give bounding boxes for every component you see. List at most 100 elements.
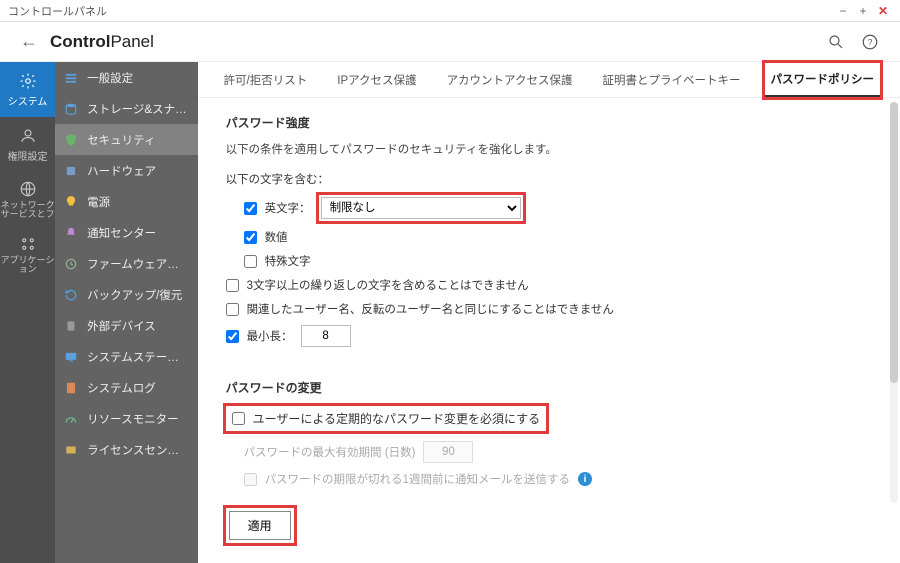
tab-ip-protection[interactable]: IPアクセス保護 <box>331 64 422 96</box>
maxage-input <box>423 441 473 463</box>
rail-item-applications[interactable]: アプリケーション <box>0 227 55 282</box>
sidebar-item-status[interactable]: システムステータス <box>55 341 197 372</box>
sidebar-label: 通知センター <box>87 225 156 241</box>
bell-icon <box>63 225 79 241</box>
tab-bar: 許可/拒否リスト IPアクセス保護 アカウントアクセス保護 証明書とプライベート… <box>198 62 900 98</box>
shield-icon <box>63 132 79 148</box>
maximize-icon[interactable]: + <box>854 2 872 20</box>
sidebar-label: リソースモニター <box>87 411 178 427</box>
sidebar: 一般設定 ストレージ&スナップシ... セキュリティ ハードウェア 電源 通知セ… <box>55 62 197 563</box>
maxage-label: パスワードの最大有効期間 (日数) <box>244 444 416 460</box>
help-icon[interactable]: ? <box>860 32 880 52</box>
back-button[interactable]: ← <box>20 31 38 52</box>
sidebar-label: ファームウェア更新 <box>87 256 189 272</box>
search-icon[interactable] <box>826 32 846 52</box>
apply-button[interactable]: 適用 <box>229 511 291 540</box>
update-icon <box>63 256 79 272</box>
rail-item-network[interactable]: ネットワークサービスとフ <box>0 172 55 227</box>
sidebar-item-resource[interactable]: リソースモニター <box>55 403 197 434</box>
sidebar-item-license[interactable]: ライセンスセンター <box>55 434 197 465</box>
nav-rail: システム 権限設定 ネットワークサービスとフ アプリケーション <box>0 62 55 563</box>
hardware-icon <box>63 163 79 179</box>
tab-account-protection[interactable]: アカウントアクセス保護 <box>441 64 579 96</box>
rail-label: 権限設定 <box>8 148 48 163</box>
include-label: 以下の文字を含む： <box>226 171 872 187</box>
tab-certificate[interactable]: 証明書とプライベートキー <box>597 64 747 96</box>
power-icon <box>63 194 79 210</box>
sidebar-item-power[interactable]: 電源 <box>55 186 197 217</box>
monitor-icon <box>63 349 79 365</box>
sidebar-label: 一般設定 <box>87 70 133 86</box>
sidebar-label: セキュリティ <box>87 132 155 148</box>
sidebar-label: ハードウェア <box>87 163 156 179</box>
info-icon[interactable]: i <box>578 472 592 486</box>
sidebar-label: バックアップ/復元 <box>87 287 182 303</box>
backup-icon <box>63 287 79 303</box>
section-password-strength: パスワード強度 <box>226 114 872 131</box>
sidebar-item-general[interactable]: 一般設定 <box>55 62 197 93</box>
header: ← ControlPanel ? <box>0 22 900 62</box>
gauge-icon <box>63 411 79 427</box>
sidebar-item-hardware[interactable]: ハードウェア <box>55 155 197 186</box>
sidebar-label: システムステータス <box>87 349 189 365</box>
scrollbar[interactable] <box>890 102 898 503</box>
section-password-change: パスワードの変更 <box>226 379 872 396</box>
close-icon[interactable]: ✕ <box>874 2 892 20</box>
sidebar-item-external[interactable]: 外部デバイス <box>55 310 197 341</box>
row-digits: 数値 <box>226 229 872 245</box>
checkbox-related[interactable] <box>226 303 239 316</box>
tab-password-policy[interactable]: パスワードポリシー <box>765 63 881 97</box>
sidebar-item-firmware[interactable]: ファームウェア更新 <box>55 248 197 279</box>
rail-item-system[interactable]: システム <box>0 62 55 117</box>
sidebar-item-log[interactable]: システムログ <box>55 372 197 403</box>
settings-icon <box>63 70 79 86</box>
sidebar-label: システムログ <box>87 380 156 396</box>
checkbox-digits[interactable] <box>244 231 257 244</box>
checkbox-notify <box>244 473 257 486</box>
sidebar-label: 電源 <box>87 194 110 210</box>
digits-label: 数値 <box>265 229 288 245</box>
license-icon <box>63 442 79 458</box>
related-label: 関連したユーザー名、反転のユーザー名と同じにすることはできません <box>247 301 614 317</box>
row-require-change-highlight: ユーザーによる定期的なパスワード変更を必須にする <box>226 406 547 431</box>
svg-text:?: ? <box>868 38 873 47</box>
sidebar-item-backup[interactable]: バックアップ/復元 <box>55 279 197 310</box>
row-related: 関連したユーザー名、反転のユーザー名と同じにすることはできません <box>226 301 872 317</box>
row-minlen: 最小長： <box>226 325 872 347</box>
row-maxage: パスワードの最大有効期間 (日数) <box>226 441 872 463</box>
checkbox-require-change[interactable] <box>232 412 245 425</box>
checkbox-letters[interactable] <box>244 202 257 215</box>
strength-description: 以下の条件を適用してパスワードのセキュリティを強化します。 <box>226 141 872 157</box>
checkbox-repeat[interactable] <box>226 279 239 292</box>
footer: 適用 <box>198 494 900 563</box>
minlen-input[interactable] <box>301 325 351 347</box>
minimize-icon[interactable]: − <box>834 2 852 20</box>
special-label: 特殊文字 <box>265 253 311 269</box>
tab-allow-deny[interactable]: 許可/拒否リスト <box>218 64 314 96</box>
row-letters: 英文字： 制限なし <box>226 195 872 221</box>
window-titlebar: コントロールパネル − + ✕ <box>0 0 900 22</box>
sidebar-item-security[interactable]: セキュリティ <box>55 124 197 155</box>
storage-icon <box>63 101 79 117</box>
rail-label: システム <box>8 93 48 108</box>
main-panel: 許可/拒否リスト IPアクセス保護 アカウントアクセス保護 証明書とプライベート… <box>198 62 900 563</box>
scrollbar-thumb[interactable] <box>890 102 898 383</box>
checkbox-minlen[interactable] <box>226 330 239 343</box>
app-title: ControlPanel <box>50 32 154 52</box>
row-notify: パスワードの期限が切れる1週間前に通知メールを送信する i <box>226 471 872 487</box>
window-title: コントロールパネル <box>8 3 832 19</box>
sidebar-item-storage[interactable]: ストレージ&スナップシ... <box>55 93 197 124</box>
sidebar-label: ストレージ&スナップシ... <box>87 101 189 117</box>
rail-label: アプリケーション <box>0 256 55 274</box>
letters-select[interactable]: 制限なし <box>321 197 521 219</box>
sidebar-item-notification[interactable]: 通知センター <box>55 217 197 248</box>
letters-label: 英文字： <box>265 200 311 216</box>
rail-item-permissions[interactable]: 権限設定 <box>0 117 55 172</box>
log-icon <box>63 380 79 396</box>
repeat-label: 3文字以上の繰り返しの文字を含めることはできません <box>247 277 529 293</box>
content-area: パスワード強度 以下の条件を適用してパスワードのセキュリティを強化します。 以下… <box>198 98 900 494</box>
notify-label: パスワードの期限が切れる1週間前に通知メールを送信する <box>265 471 570 487</box>
minlen-label: 最小長： <box>247 328 293 344</box>
checkbox-special[interactable] <box>244 255 257 268</box>
device-icon <box>63 318 79 334</box>
